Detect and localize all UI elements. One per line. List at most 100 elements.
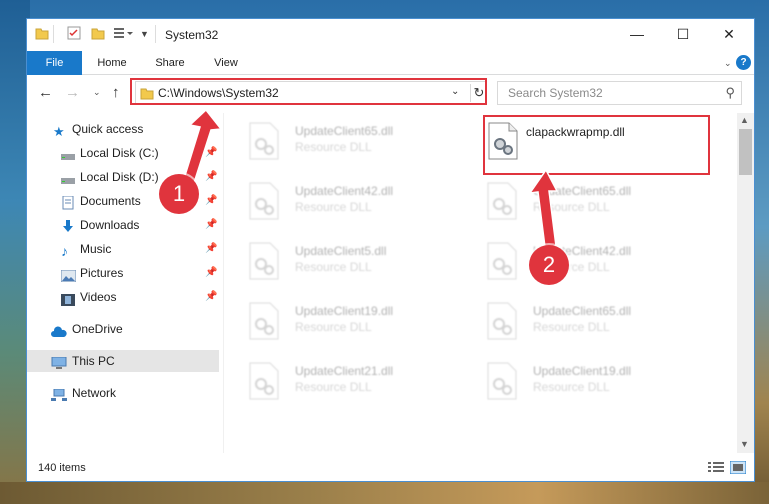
desktop-background-right [755,0,769,504]
maximize-button[interactable]: ☐ [660,19,706,49]
videos-icon [61,291,75,306]
scroll-down-icon[interactable]: ▼ [740,439,749,449]
help-icon[interactable]: ? [736,55,751,70]
file-type: Resource DLL [533,320,610,334]
status-bar: 140 items [27,455,754,481]
pin-icon[interactable]: 📌 [205,286,217,308]
list-item[interactable]: UpdateClient42.dll Resource DLL [462,237,682,287]
close-button[interactable]: ✕ [706,19,752,49]
list-item[interactable]: UpdateClient65.dll Resource DLL [462,297,682,347]
recent-locations-icon[interactable]: ⌄ [93,87,101,98]
list-item[interactable]: UpdateClient65.dll Resource DLL [224,117,444,167]
step-badge-1: 1 [159,174,199,214]
title-bar: ▼ System32 — ☐ ✕ [27,19,754,51]
list-item[interactable]: UpdateClient21.dll Resource DLL [224,357,444,407]
dll-file-icon [248,242,280,280]
tab-file[interactable]: File [27,51,82,75]
file-name: UpdateClient5.dll [295,244,387,258]
desktop-background-bottom [0,482,769,504]
file-type: Resource DLL [295,320,372,334]
folder-icon [35,26,49,43]
pin-icon[interactable]: 📌 [205,214,217,236]
list-item[interactable]: UpdateClient19.dll Resource DLL [462,357,682,407]
file-name: UpdateClient19.dll [295,304,394,318]
step-badge-2: 2 [529,245,569,285]
details-view-icon[interactable] [708,461,724,474]
sidebar-item-label: Local Disk (C:) [80,146,159,160]
sidebar-item-label: Pictures [80,266,124,280]
search-box[interactable]: Search System32 ⚲ [497,81,742,105]
file-name: UpdateClient21.dll [295,364,394,378]
pin-icon[interactable]: 📌 [205,166,217,188]
sidebar-item-label: Music [80,242,112,256]
search-input[interactable]: Search System32 [508,86,603,100]
large-icons-view-icon[interactable] [729,460,747,475]
sidebar-item-label: Local Disk (D:) [80,170,159,184]
file-highlight [483,115,710,175]
download-icon [61,219,75,232]
file-type: Resource DLL [295,140,372,154]
file-name: UpdateClient65.dll [533,184,632,198]
quick-access-dropdown-icon[interactable]: ▼ [140,29,149,39]
scrollbar-thumb[interactable] [739,129,752,175]
address-bar-highlight [130,78,487,105]
cloud-icon [51,323,67,337]
pin-icon[interactable]: 📌 [205,190,217,212]
pin-icon[interactable]: 📌 [205,238,217,260]
file-type: Resource DLL [533,380,610,394]
file-name: UpdateClient19.dll [533,364,632,378]
file-name: UpdateClient65.dll [533,304,632,318]
list-item[interactable]: UpdateClient5.dll Resource DLL [224,237,444,287]
title-separator [155,25,156,43]
music-icon: ♪ [61,243,68,259]
sidebar-item-downloads[interactable]: Downloads 📌 [27,214,219,236]
tab-home[interactable]: Home [89,51,135,75]
pin-icon[interactable]: 📌 [205,142,217,164]
chevron-down-icon[interactable]: ⌄ [724,58,732,69]
dll-file-icon [248,362,280,400]
list-item[interactable]: UpdateClient19.dll Resource DLL [224,297,444,347]
customize-toolbar-icon[interactable] [113,26,135,43]
dll-file-icon [486,362,518,400]
list-item[interactable]: UpdateClient42.dll Resource DLL [224,177,444,227]
list-item[interactable]: UpdateClient65.dll Resource DLL [462,177,682,227]
properties-icon[interactable] [67,26,81,43]
tab-view[interactable]: View [203,51,249,75]
pictures-icon [60,267,77,283]
documents-icon [61,195,75,210]
dll-file-icon [248,302,280,340]
sidebar-item-pictures[interactable]: Pictures 📌 [27,262,219,284]
sidebar-item-local-disk-c[interactable]: Local Disk (C:) 📌 [27,142,219,164]
drive-icon [61,171,75,184]
sidebar-item-videos[interactable]: Videos 📌 [27,286,219,308]
new-folder-icon[interactable] [91,26,105,43]
file-name: UpdateClient65.dll [295,124,394,138]
search-icon[interactable]: ⚲ [725,85,735,101]
item-count: 140 items [38,462,86,474]
minimize-button[interactable]: — [614,19,660,49]
sidebar-item-label: This PC [72,354,115,368]
up-arrow-icon[interactable]: ↑ [112,84,120,101]
sidebar-item-label: Videos [80,290,117,304]
network-icon [51,387,67,401]
dll-file-icon [248,122,280,160]
tab-share[interactable]: Share [147,51,193,75]
sidebar-item-this-pc[interactable]: This PC [27,350,219,372]
back-arrow-icon[interactable]: ← [38,84,53,101]
file-type: Resource DLL [533,200,610,214]
vertical-scrollbar[interactable]: ▲ ▼ [737,113,754,453]
file-type: Resource DLL [295,260,372,274]
sidebar-item-network[interactable]: Network [27,382,219,404]
window-title: System32 [165,28,219,42]
scroll-up-icon[interactable]: ▲ [740,115,749,125]
sidebar-item-quick-access[interactable]: ★ Quick access [27,118,219,140]
sidebar-item-label: Quick access [72,122,144,136]
sidebar-item-music[interactable]: ♪ Music 📌 [27,238,219,260]
sidebar-item-onedrive[interactable]: OneDrive [27,318,219,340]
computer-icon [51,355,67,369]
forward-arrow-icon[interactable]: → [65,84,80,101]
dll-file-icon [486,242,518,280]
pin-icon[interactable]: 📌 [205,262,217,284]
ribbon-tabs: File Home Share View ⌄ ? [27,51,754,75]
dll-file-icon [248,182,280,220]
